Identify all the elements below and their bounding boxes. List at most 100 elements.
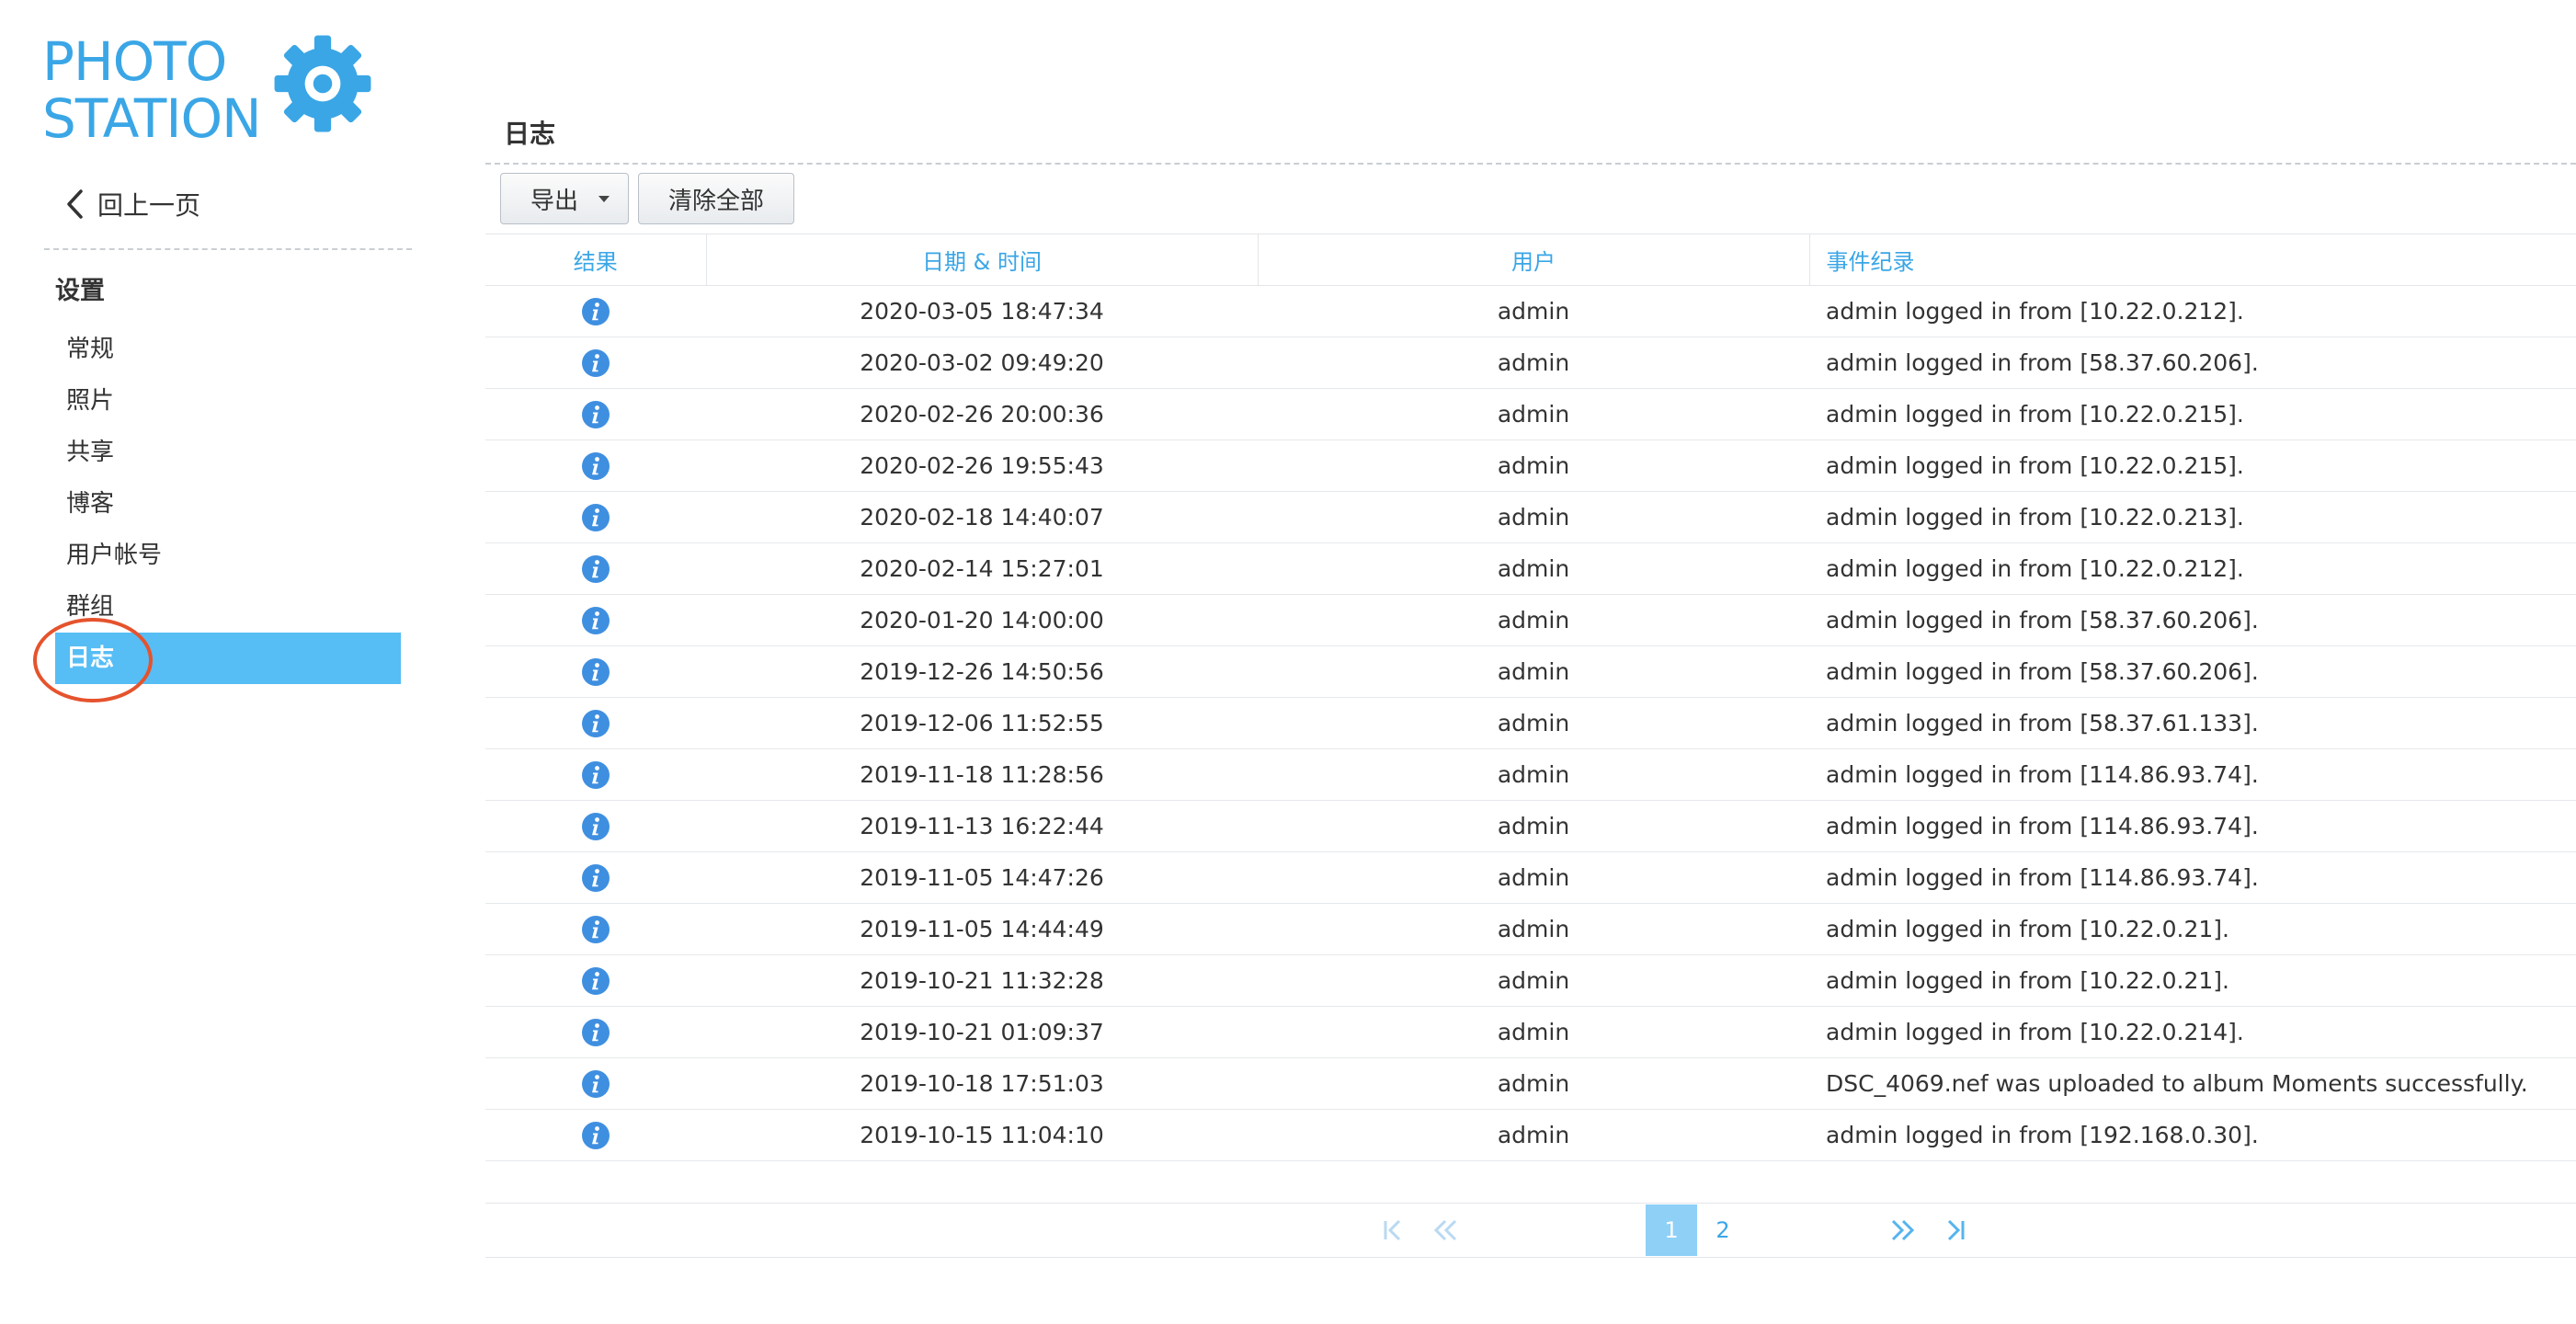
toolbar: 导出 清除全部 xyxy=(500,173,795,224)
table-row[interactable]: 2020-02-26 20:00:36 admin admin logged in … xyxy=(485,388,2576,440)
datetime-cell: 2019-11-05 14:47:26 xyxy=(706,851,1258,904)
table-row[interactable]: 2019-12-26 14:50:56 admin admin logged in … xyxy=(485,645,2576,698)
caret-down-icon xyxy=(598,195,610,202)
table-row[interactable]: 2020-01-20 14:00:00 admin admin logged in … xyxy=(485,594,2576,646)
sidebar-divider xyxy=(44,248,412,250)
table-row[interactable]: 2019-11-18 11:28:56 admin admin logged in … xyxy=(485,748,2576,801)
datetime-cell: 2020-01-20 14:00:00 xyxy=(706,594,1258,646)
clear-all-button[interactable]: 清除全部 xyxy=(638,173,795,224)
datetime-cell: 2019-12-26 14:50:56 xyxy=(706,645,1258,698)
user-cell: admin xyxy=(1258,645,1809,698)
info-icon xyxy=(582,1121,610,1149)
datetime-cell: 2019-10-15 11:04:10 xyxy=(706,1109,1258,1161)
next-page-icon[interactable] xyxy=(1886,1214,1920,1247)
event-cell: admin logged in from [10.22.0.213]. xyxy=(1809,491,2576,543)
user-cell: admin xyxy=(1258,337,1809,389)
event-cell: admin logged in from [10.22.0.214]. xyxy=(1809,1006,2576,1058)
table-row[interactable]: 2020-02-14 15:27:01 admin admin logged in … xyxy=(485,542,2576,595)
info-icon xyxy=(582,554,610,583)
datetime-cell: 2020-02-26 19:55:43 xyxy=(706,439,1258,492)
event-cell: admin logged in from [114.86.93.74]. xyxy=(1809,800,2576,852)
result-cell xyxy=(485,697,706,749)
title-divider xyxy=(485,163,2576,165)
result-cell xyxy=(485,542,706,595)
event-cell: DSC_4069.nef was uploaded to album Momen… xyxy=(1809,1057,2576,1110)
datetime-cell: 2020-02-26 20:00:36 xyxy=(706,388,1258,440)
event-cell: admin logged in from [10.22.0.21]. xyxy=(1809,903,2576,955)
table-row[interactable]: 2020-02-18 14:40:07 admin admin logged in … xyxy=(485,491,2576,543)
sidebar: PHOTO STATION 回上一页 设置 常规 照片 共享 博客 用户帐号 群… xyxy=(0,0,432,1324)
result-cell xyxy=(485,1057,706,1110)
user-cell: admin xyxy=(1258,439,1809,492)
event-cell: admin logged in from [192.168.0.30]. xyxy=(1809,1109,2576,1161)
page-2[interactable]: 2 xyxy=(1697,1204,1749,1256)
table-row[interactable]: 2020-03-05 18:47:34 admin admin logged in … xyxy=(485,285,2576,337)
sidebar-item-general[interactable]: 常规 xyxy=(55,324,401,375)
column-header-event[interactable]: 事件纪录 xyxy=(1809,234,2576,286)
table-row[interactable]: 2019-11-05 14:47:26 admin admin logged in … xyxy=(485,851,2576,904)
result-cell xyxy=(485,645,706,698)
result-cell xyxy=(485,903,706,955)
datetime-cell: 2019-11-05 14:44:49 xyxy=(706,903,1258,955)
result-cell xyxy=(485,954,706,1007)
info-icon xyxy=(582,606,610,634)
export-button[interactable]: 导出 xyxy=(500,173,630,224)
event-cell: admin logged in from [114.86.93.74]. xyxy=(1809,851,2576,904)
info-icon xyxy=(582,760,610,789)
event-cell: admin logged in from [58.37.61.133]. xyxy=(1809,697,2576,749)
log-table: 结果 日期 & 时间 用户 事件纪录 2020-03-05 18:47:34 ad… xyxy=(485,234,2576,1161)
table-header-row: 结果 日期 & 时间 用户 事件纪录 xyxy=(485,234,2576,286)
datetime-cell: 2019-11-18 11:28:56 xyxy=(706,748,1258,801)
table-row[interactable]: 2019-10-15 11:04:10 admin admin logged in … xyxy=(485,1109,2576,1161)
datetime-cell: 2019-12-06 11:52:55 xyxy=(706,697,1258,749)
info-icon xyxy=(582,503,610,531)
sidebar-item-blog[interactable]: 博客 xyxy=(55,478,401,530)
result-cell xyxy=(485,851,706,904)
event-cell: admin logged in from [10.22.0.21]. xyxy=(1809,954,2576,1007)
datetime-cell: 2019-10-21 11:32:28 xyxy=(706,954,1258,1007)
info-icon xyxy=(582,915,610,943)
sidebar-item-photos[interactable]: 照片 xyxy=(55,375,401,427)
user-cell: admin xyxy=(1258,542,1809,595)
page-1[interactable]: 1 xyxy=(1646,1204,1697,1256)
prev-page-icon[interactable] xyxy=(1429,1214,1462,1247)
table-row[interactable]: 2019-11-13 16:22:44 admin admin logged in … xyxy=(485,800,2576,852)
info-icon xyxy=(582,863,610,892)
result-cell xyxy=(485,388,706,440)
highlight-annotation xyxy=(33,618,153,702)
event-cell: admin logged in from [58.37.60.206]. xyxy=(1809,594,2576,646)
info-icon xyxy=(582,348,610,377)
result-cell xyxy=(485,594,706,646)
table-row[interactable]: 2019-10-18 17:51:03 admin DSC_4069.nef was… xyxy=(485,1057,2576,1110)
back-button[interactable]: 回上一页 xyxy=(64,184,200,224)
user-cell: admin xyxy=(1258,697,1809,749)
main-panel: 日志 导出 清除全部 结果 日期 & 时间 用户 事件纪录 2020-03-05… xyxy=(485,0,2576,1324)
event-cell: admin logged in from [58.37.60.206]. xyxy=(1809,337,2576,389)
datetime-cell: 2019-10-18 17:51:03 xyxy=(706,1057,1258,1110)
user-cell: admin xyxy=(1258,388,1809,440)
datetime-cell: 2020-03-05 18:47:34 xyxy=(706,285,1258,337)
event-cell: admin logged in from [10.22.0.215]. xyxy=(1809,388,2576,440)
last-page-icon[interactable] xyxy=(1938,1214,1971,1247)
sidebar-item-user-accounts[interactable]: 用户帐号 xyxy=(55,530,401,581)
user-cell: admin xyxy=(1258,1006,1809,1058)
sidebar-item-sharing[interactable]: 共享 xyxy=(55,427,401,478)
table-row[interactable]: 2020-03-02 09:49:20 admin admin logged in … xyxy=(485,337,2576,389)
event-cell: admin logged in from [10.22.0.212]. xyxy=(1809,285,2576,337)
table-row[interactable]: 2019-10-21 11:32:28 admin admin logged in … xyxy=(485,954,2576,1007)
result-cell xyxy=(485,439,706,492)
table-row[interactable]: 2019-12-06 11:52:55 admin admin logged in … xyxy=(485,697,2576,749)
info-icon xyxy=(582,1018,610,1046)
result-cell xyxy=(485,491,706,543)
column-header-datetime[interactable]: 日期 & 时间 xyxy=(706,234,1259,286)
settings-heading: 设置 xyxy=(55,277,105,305)
user-cell: admin xyxy=(1258,285,1809,337)
table-row[interactable]: 2019-10-21 01:09:37 admin admin logged in … xyxy=(485,1006,2576,1058)
column-header-result[interactable]: 结果 xyxy=(485,234,707,286)
table-row[interactable]: 2019-11-05 14:44:49 admin admin logged in … xyxy=(485,903,2576,955)
table-row[interactable]: 2020-02-26 19:55:43 admin admin logged in … xyxy=(485,439,2576,492)
user-cell: admin xyxy=(1258,954,1809,1007)
info-icon xyxy=(582,1069,610,1098)
first-page-icon[interactable] xyxy=(1377,1214,1410,1247)
column-header-user[interactable]: 用户 xyxy=(1258,234,1810,286)
